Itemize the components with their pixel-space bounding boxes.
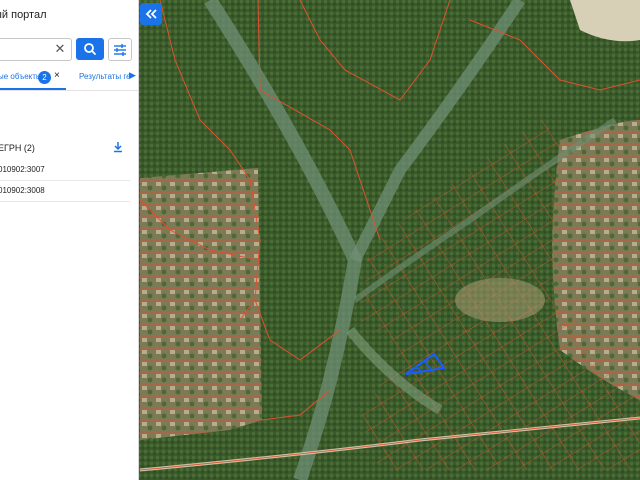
- village-left: [140, 168, 262, 440]
- tab-objects-label: ые объекты: [0, 72, 42, 81]
- filter-icon: [114, 44, 126, 56]
- result-row[interactable]: 010902:3008: [0, 181, 130, 202]
- result-row[interactable]: 010902:3007: [0, 160, 130, 181]
- collapse-panel-button[interactable]: [140, 3, 162, 25]
- download-icon[interactable]: [112, 141, 124, 153]
- section-title: ЕГРН (2): [0, 143, 35, 153]
- result-label: 010902:3007: [0, 165, 45, 174]
- tab-objects-badge: 2: [38, 71, 51, 84]
- portal-title: ый портал: [0, 9, 47, 21]
- search-input[interactable]: ✕: [0, 38, 72, 61]
- cleared-area: [455, 278, 545, 322]
- side-panel: ый портал ✕ ые объекты 2 × Результаты ге…: [0, 0, 139, 480]
- result-label: 010902:3008: [0, 186, 45, 195]
- map-view[interactable]: [138, 0, 640, 480]
- close-icon[interactable]: ×: [54, 70, 60, 81]
- search-icon: [84, 43, 96, 55]
- tab-objects[interactable]: ые объекты 2 ×: [0, 68, 66, 90]
- search-button[interactable]: [76, 38, 104, 60]
- tab-results[interactable]: Результаты ге: [79, 72, 131, 81]
- tabs-bar: ые объекты 2 × Результаты ге ▶: [0, 68, 138, 91]
- satellite-map: [138, 0, 640, 480]
- chevron-right-icon[interactable]: ▶: [129, 70, 136, 81]
- double-chevron-left-icon: [145, 9, 157, 19]
- close-icon[interactable]: ✕: [52, 41, 68, 57]
- filter-button[interactable]: [108, 38, 132, 61]
